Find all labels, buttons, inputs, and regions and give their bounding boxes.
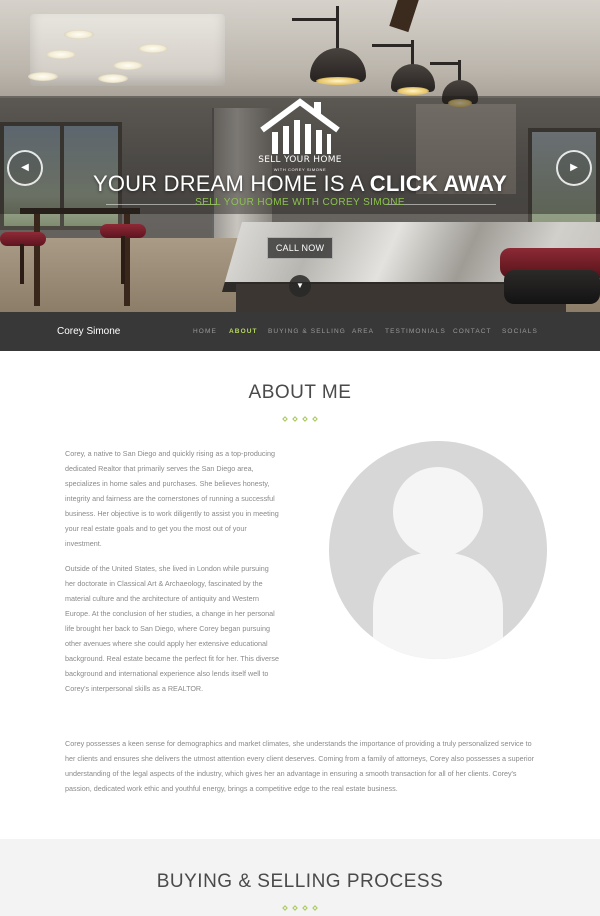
stool-leg [20,244,24,284]
hero-tagline: SELL YOUR HOME WITH COREY SIMONE [195,197,405,208]
black-stool [504,270,600,304]
ceiling-light [64,30,94,39]
chevron-left-icon: ◀ [21,162,29,173]
process-title: BUYING & SELLING PROCESS [156,871,444,892]
pendant-rod [430,62,458,65]
ceiling-light [98,74,128,83]
diamond-icon [302,416,308,422]
pendant-rod [292,18,336,21]
about-title: ABOUT ME [248,382,352,403]
nav-area[interactable]: AREA [352,312,374,351]
profile-avatar [329,441,547,659]
slider-prev-button[interactable]: ◀ [7,150,43,186]
diamond-icon [292,905,298,911]
nav-contact[interactable]: CONTACT [453,312,492,351]
nav-about[interactable]: ABOUT [229,312,258,351]
headline-emphasis: CLICK AWAY [369,171,508,196]
diamond-icon [292,416,298,422]
chevron-down-icon: ▼ [296,281,304,290]
diamond-icon [282,905,288,911]
pendant-rod [372,44,412,47]
diamond-icon [282,416,288,422]
ceiling-light [138,44,168,53]
call-now-button[interactable]: CALL NOW [267,237,333,259]
hero-headline: YOUR DREAM HOME IS A CLICK AWAY [0,171,600,197]
nav-buying-selling[interactable]: BUYING & SELLING [268,312,346,351]
main-navbar: Corey Simone HOME ABOUT BUYING & SELLING… [0,312,600,351]
process-section: BUYING & SELLING PROCESS [0,839,600,916]
nav-home[interactable]: HOME [193,312,217,351]
logo-title: SELL YOUR HOME [258,155,342,165]
slider-next-button[interactable]: ▶ [556,150,592,186]
title-ornament [0,897,600,911]
diamond-icon [312,416,318,422]
diamond-icon [312,905,318,911]
user-placeholder-icon [393,467,483,557]
ceiling-light [113,61,143,70]
headline-text: YOUR DREAM HOME IS A [92,171,370,196]
title-ornament [0,408,600,422]
pendant-stem [336,6,339,54]
ceiling-light [28,72,58,81]
stool-leg [121,236,125,284]
hero-banner: SELL YOUR HOME WITH COREY SIMONE YOUR DR… [0,0,600,312]
ceiling-light [46,50,76,59]
pendant-stem [458,60,461,82]
scroll-down-button[interactable]: ▼ [289,275,311,297]
diamond-icon [302,905,308,911]
chevron-right-icon: ▶ [570,162,578,173]
about-paragraph: Corey possesses a keen sense for demogra… [65,739,535,793]
user-placeholder-body [373,553,503,659]
about-paragraph: Outside of the United States, she lived … [65,564,280,693]
nav-testimonials[interactable]: TESTIMONIALS [385,312,446,351]
about-paragraph: Corey, a native to San Diego and quickly… [65,449,279,548]
nav-socials[interactable]: SOCIALS [502,312,538,351]
table-leg [34,214,40,306]
brand-name[interactable]: Corey Simone [57,312,120,351]
